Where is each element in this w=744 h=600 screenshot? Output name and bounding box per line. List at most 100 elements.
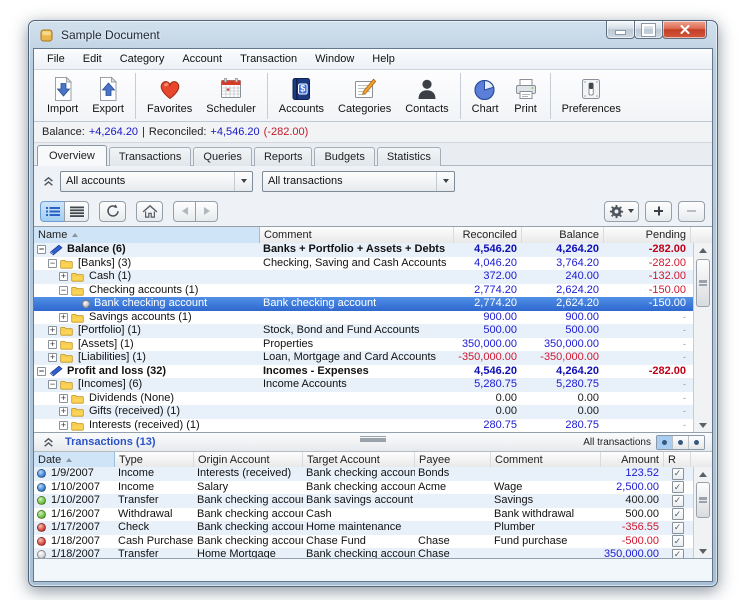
transactions-header-r[interactable]: R (664, 452, 691, 467)
scrollbar-thumb[interactable] (696, 482, 710, 518)
maximize-button[interactable] (634, 21, 663, 39)
transactions-dropdown[interactable]: All transactions (262, 171, 455, 192)
expander-plus-icon[interactable]: + (48, 353, 57, 362)
menu-item-transaction[interactable]: Transaction (231, 51, 306, 67)
tree-row[interactable]: +[Assets] (1)Properties350,000.00350,000… (34, 338, 693, 352)
expander-plus-icon[interactable]: + (59, 421, 68, 430)
tree-header-pending[interactable]: Pending (604, 227, 691, 243)
forward-button[interactable] (195, 201, 218, 222)
tree-header-comment[interactable]: Comment (260, 227, 454, 243)
tree-header-reconciled[interactable]: Reconciled (454, 227, 522, 243)
toolbar-preferences-button[interactable]: Preferences (555, 74, 628, 117)
menu-item-category[interactable]: Category (111, 51, 174, 67)
expander-plus-icon[interactable]: + (59, 394, 68, 403)
tree-header-name[interactable]: Name (34, 227, 260, 243)
reconciled-checkbox[interactable]: ✓ (672, 468, 684, 480)
remove-button[interactable] (678, 201, 705, 222)
tab-budgets[interactable]: Budgets (314, 147, 374, 166)
transaction-row[interactable]: 1/18/2007TransferHome MortgageBank check… (34, 548, 693, 558)
tree-row[interactable]: +Cash (1)372.00240.00-132.00 (34, 270, 693, 284)
transactions-header-amount[interactable]: Amount (601, 452, 664, 467)
toolbar-print-button[interactable]: Print (506, 74, 546, 117)
filter-pending-button[interactable] (688, 436, 704, 449)
reconciled-checkbox[interactable]: ✓ (672, 508, 684, 520)
tree-row[interactable]: +Gifts (received) (1)0.000.00- (34, 405, 693, 419)
toolbar-chart-button[interactable]: Chart (465, 74, 506, 117)
transactions-scrollbar[interactable] (693, 467, 712, 558)
tab-queries[interactable]: Queries (193, 147, 252, 166)
menu-item-account[interactable]: Account (173, 51, 231, 67)
title-bar[interactable]: Sample Document (29, 21, 717, 48)
transaction-row[interactable]: 1/10/2007IncomeSalaryBank checking accou… (34, 481, 693, 495)
reconciled-checkbox[interactable]: ✓ (672, 535, 684, 547)
expander-plus-icon[interactable]: + (59, 272, 68, 281)
expander-plus-icon[interactable]: + (48, 326, 57, 335)
back-button[interactable] (173, 201, 196, 222)
menu-item-window[interactable]: Window (306, 51, 363, 67)
reconciled-checkbox[interactable]: ✓ (672, 481, 684, 493)
expander-plus-icon[interactable]: + (48, 340, 57, 349)
collapse-filters-button[interactable] (40, 173, 56, 189)
toolbar-scheduler-button[interactable]: Scheduler (199, 74, 263, 117)
expander-minus-icon[interactable]: − (37, 245, 46, 254)
collapse-transactions-button[interactable] (40, 434, 56, 450)
transactions-header-payee[interactable]: Payee (415, 452, 491, 467)
expander-minus-icon[interactable]: − (59, 286, 68, 295)
refresh-button[interactable] (99, 201, 126, 222)
transaction-row[interactable]: 1/9/2007IncomeInterests (received)Bank c… (34, 467, 693, 481)
add-button[interactable] (645, 201, 672, 222)
minimize-button[interactable] (606, 21, 635, 39)
tree-row[interactable]: −Checking accounts (1)2,774.202,624.20-1… (34, 284, 693, 298)
scrollbar-thumb[interactable] (696, 259, 710, 307)
home-button[interactable] (136, 201, 163, 222)
transaction-row[interactable]: 1/10/2007TransferBank checking accountBa… (34, 494, 693, 508)
tree-row[interactable]: −Balance (6)Banks + Portfolio + Assets +… (34, 243, 693, 257)
expander-plus-icon[interactable]: + (59, 313, 68, 322)
accounts-dropdown[interactable]: All accounts (60, 171, 253, 192)
transactions-header-origin[interactable]: Origin Account (194, 452, 303, 467)
reconciled-checkbox[interactable]: ✓ (672, 549, 684, 558)
tab-overview[interactable]: Overview (37, 145, 107, 166)
filter-reconciled-button[interactable] (672, 436, 688, 449)
expander-minus-icon[interactable]: − (48, 259, 57, 268)
toolbar-categories-button[interactable]: Categories (331, 74, 398, 117)
tab-reports[interactable]: Reports (254, 147, 313, 166)
tree-header-balance[interactable]: Balance (522, 227, 604, 243)
tab-statistics[interactable]: Statistics (377, 147, 441, 166)
scroll-up-button[interactable] (694, 467, 712, 481)
transactions-header-type[interactable]: Type (115, 452, 194, 467)
scroll-down-button[interactable] (694, 544, 712, 558)
expander-plus-icon[interactable]: + (59, 407, 68, 416)
tree-row[interactable]: −Profit and loss (32)Incomes - Expenses4… (34, 365, 693, 379)
toolbar-contacts-button[interactable]: Contacts (398, 74, 455, 117)
toolbar-import-button[interactable]: Import (40, 74, 85, 117)
flat-view-button[interactable] (64, 201, 89, 222)
tree-scrollbar[interactable] (693, 243, 712, 432)
transactions-header-date[interactable]: Date (34, 452, 115, 467)
tree-row[interactable]: +Interests (received) (1)280.75280.75- (34, 419, 693, 433)
tree-row[interactable]: −[Incomes] (6)Income Accounts5,280.755,2… (34, 378, 693, 392)
tree-row[interactable]: +Savings accounts (1)900.00900.00- (34, 311, 693, 325)
menu-item-help[interactable]: Help (363, 51, 404, 67)
transactions-header-comment[interactable]: Comment (491, 452, 601, 467)
tree-row[interactable]: −[Banks] (3)Checking, Saving and Cash Ac… (34, 257, 693, 271)
close-button[interactable] (662, 21, 707, 39)
pane-splitter[interactable] (360, 436, 386, 438)
actions-menu-button[interactable] (604, 201, 639, 222)
tab-transactions[interactable]: Transactions (109, 147, 192, 166)
tree-view-button[interactable] (40, 201, 65, 222)
menu-item-edit[interactable]: Edit (74, 51, 111, 67)
menu-item-file[interactable]: File (38, 51, 74, 67)
toolbar-export-button[interactable]: Export (85, 74, 131, 117)
scroll-down-button[interactable] (694, 418, 712, 432)
transaction-row[interactable]: 1/17/2007CheckBank checking accountHome … (34, 521, 693, 535)
transactions-header-target[interactable]: Target Account (303, 452, 415, 467)
expander-minus-icon[interactable]: − (48, 380, 57, 389)
expander-minus-icon[interactable]: − (37, 367, 46, 376)
tree-row[interactable]: +[Portfolio] (1)Stock, Bond and Fund Acc… (34, 324, 693, 338)
reconciled-checkbox[interactable]: ✓ (672, 495, 684, 507)
filter-all-button[interactable] (657, 436, 672, 449)
tree-row[interactable]: +[Liabilities] (1)Loan, Mortgage and Car… (34, 351, 693, 365)
toolbar-favorites-button[interactable]: Favorites (140, 74, 199, 117)
scroll-up-button[interactable] (694, 243, 712, 257)
